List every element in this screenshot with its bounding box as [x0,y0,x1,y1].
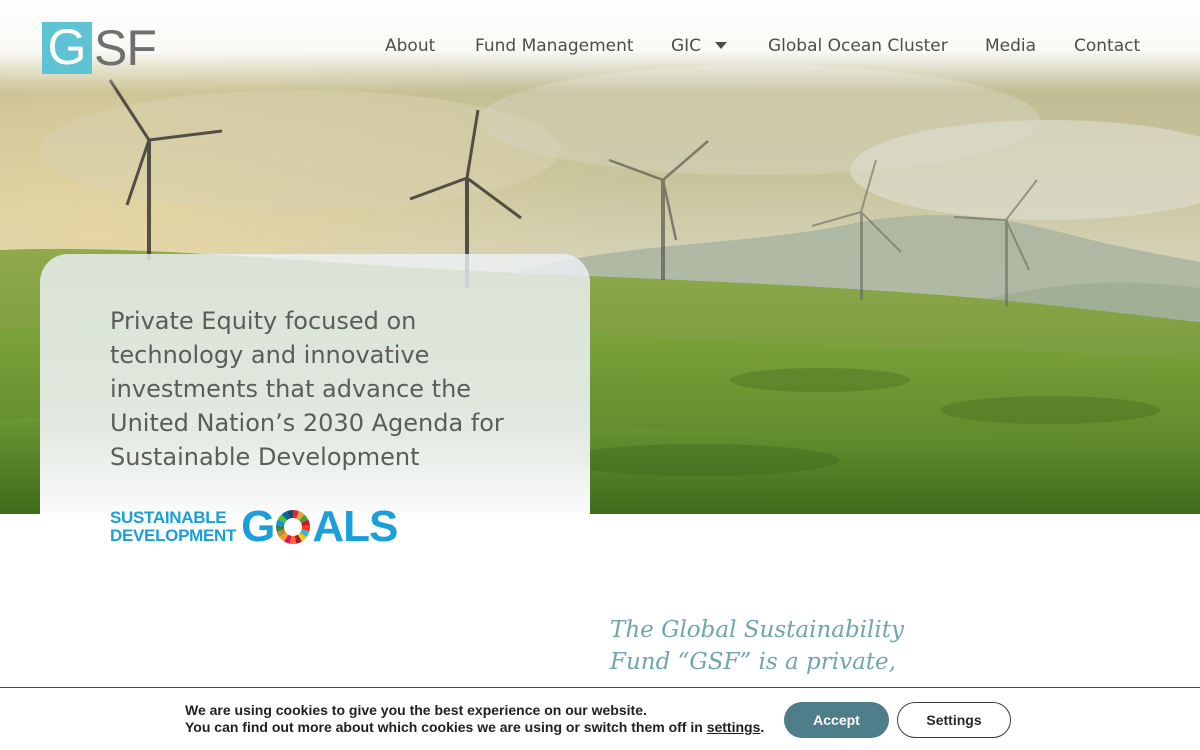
nav-item-about[interactable]: About [385,34,435,58]
cookie-message: We are using cookies to give you the bes… [185,702,764,736]
nav-item-gic-label: GIC [671,36,702,56]
nav-item-media[interactable]: Media [985,34,1036,58]
cookie-settings-link[interactable]: settings [707,719,761,735]
nav-item-global-ocean-cluster[interactable]: Global Ocean Cluster [768,34,948,58]
hero-headline: Private Equity focused on technology and… [110,307,504,471]
site-header: G SF About Fund Management GIC Global Oc… [0,0,1200,92]
sdg-big-g: G [241,502,275,551]
sdg-logo-big-text: G ALS [241,502,398,551]
nav-item-fund-management[interactable]: Fund Management [475,34,634,58]
sdg-wheel-icon [276,510,311,544]
cookie-line-2-period: . [760,719,765,735]
intro-text: The Global Sustainability Fund “GSF” is … [610,617,904,675]
nav-item-contact[interactable]: Contact [1074,34,1140,58]
sdg-line-1: SUSTAINABLE [110,508,227,527]
sdg-line-2: DEVELOPMENT [110,526,237,545]
sdg-logo[interactable]: SUSTAINABLE DEVELOPMENT G ALS [110,502,398,551]
cookie-line-1: We are using cookies to give you the bes… [185,702,647,718]
sdg-big-als: ALS [312,502,398,551]
cookie-line-2: You can find out more about which cookie… [185,719,764,736]
sdg-logo-small-text: SUSTAINABLE DEVELOPMENT [110,509,236,545]
nav-item-gic[interactable]: GIC [671,34,728,58]
settings-button[interactable]: Settings [897,702,1011,738]
cookie-bar: We are using cookies to give you the bes… [0,687,1200,750]
cookie-line-2-text: You can find out more about which cookie… [185,719,703,735]
accept-button[interactable]: Accept [784,702,889,738]
main-nav: About Fund Management GIC Global Ocean C… [0,34,1200,58]
chevron-down-icon [715,41,728,49]
